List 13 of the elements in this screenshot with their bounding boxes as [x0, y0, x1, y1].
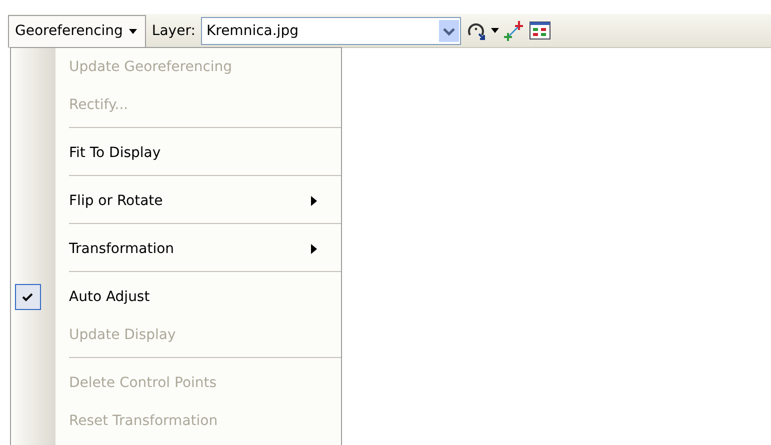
caret-icon	[128, 28, 137, 34]
control-points-icon[interactable]	[503, 20, 526, 42]
menu-item[interactable]: Transformation	[11, 230, 341, 268]
menu-item[interactable]: Flip or Rotate	[11, 182, 341, 220]
caret-icon[interactable]	[491, 28, 500, 33]
georeferencing-menu-button[interactable]: Georeferencing	[8, 14, 146, 46]
layer-label: Layer:	[150, 22, 196, 38]
submenu-arrow-icon	[311, 196, 317, 206]
menu-item[interactable]: Fit To Display	[11, 134, 341, 172]
submenu-arrow-icon	[311, 244, 317, 254]
layer-dropdown[interactable]: Kremnica.jpg	[201, 16, 462, 44]
menu-item[interactable]: Auto Adjust	[11, 278, 341, 316]
table-icon[interactable]	[529, 20, 552, 42]
